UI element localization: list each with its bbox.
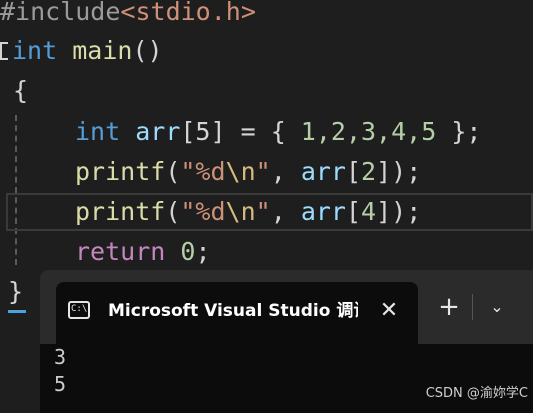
- include-path: <stdio.h>: [120, 0, 256, 26]
- code-line-main: int main(): [12, 31, 163, 71]
- fold-marker-icon[interactable]: [0, 42, 8, 60]
- chevron-down-icon[interactable]: ⌄: [480, 290, 514, 324]
- watermark: CSDN @渝妳学C: [425, 386, 528, 401]
- array-size: [5]: [180, 117, 226, 146]
- console-icon: C:\: [68, 301, 90, 319]
- arg-var: arr: [300, 157, 346, 186]
- main-return-type: int: [12, 36, 58, 65]
- printf-fn: printf: [75, 197, 166, 226]
- init-lbrace: {: [270, 117, 301, 146]
- index-value: 4: [361, 197, 377, 226]
- index-value: 2: [361, 157, 377, 186]
- code-line-array-decl: int arr[5] = { 1,2,3,4,5 };: [75, 112, 481, 152]
- terminal-tab-bar: C:\ Microsoft Visual Studio 调试控制台 ✕ + ⌄: [40, 270, 533, 344]
- return-semicolon: ;: [195, 237, 211, 266]
- code-line-printf-1: printf("%d\n", arr[2]);: [75, 152, 421, 192]
- arg-sep: ,: [270, 197, 301, 226]
- console-output-line: 3: [54, 345, 67, 369]
- console-output-line: 5: [54, 372, 67, 396]
- code-line-include: #include<stdio.h>: [0, 0, 256, 32]
- code-line-printf-2: printf("%d\n", arr[4]);: [75, 192, 421, 232]
- include-directive: #include: [0, 0, 121, 26]
- indent-guide: [15, 115, 17, 265]
- init-values: 1,2,3,4,5: [300, 117, 437, 146]
- console-tab-title: Microsoft Visual Studio 调试控制台: [108, 301, 358, 321]
- code-line-return: return 0;: [75, 232, 211, 272]
- printf-fn: printf: [75, 157, 166, 186]
- code-line-close-brace: }: [8, 272, 23, 312]
- escape-seq: \n: [225, 157, 256, 186]
- array-name: arr: [135, 117, 181, 146]
- format-string: "%d: [180, 157, 226, 186]
- new-tab-button[interactable]: +: [432, 290, 466, 324]
- close-tab-icon[interactable]: ✕: [374, 296, 404, 326]
- index-open: [: [345, 197, 362, 226]
- paren-close: );: [391, 157, 422, 186]
- breakpoint-marker: [8, 310, 26, 313]
- arg-var: arr: [300, 197, 346, 226]
- index-close: ]: [376, 197, 392, 226]
- console-tab[interactable]: C:\ Microsoft Visual Studio 调试控制台 ✕: [56, 282, 418, 344]
- array-type: int: [75, 117, 121, 146]
- paren-open: (: [165, 157, 181, 186]
- index-open: [: [345, 157, 362, 186]
- main-function-name: main: [72, 36, 133, 65]
- format-string: "%d: [180, 197, 226, 226]
- close-brace: }: [8, 277, 24, 306]
- escape-seq: \n: [225, 197, 256, 226]
- assign-op: =: [225, 117, 271, 146]
- arg-sep: ,: [270, 157, 301, 186]
- return-value: 0: [180, 237, 196, 266]
- tab-separator: [472, 294, 473, 320]
- index-close: ]: [376, 157, 392, 186]
- main-parens: (): [132, 36, 163, 65]
- init-rbrace: };: [436, 117, 482, 146]
- format-string-end: ": [255, 157, 271, 186]
- return-keyword: return: [75, 237, 166, 266]
- open-brace: {: [13, 76, 29, 105]
- paren-open: (: [165, 197, 181, 226]
- paren-close: );: [391, 197, 422, 226]
- format-string-end: ": [255, 197, 271, 226]
- code-line-open-brace: {: [13, 71, 28, 111]
